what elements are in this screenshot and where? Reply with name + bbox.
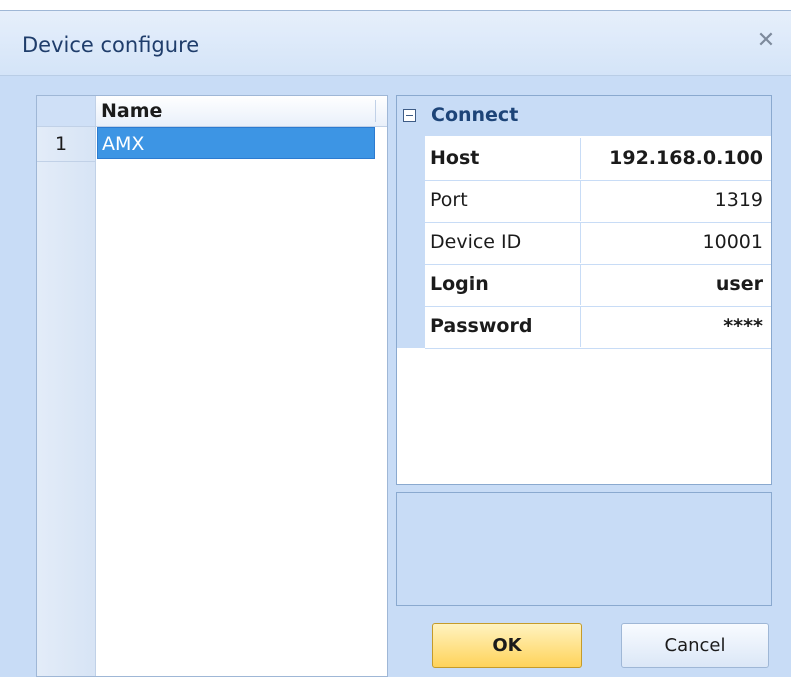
column-header-name[interactable]: Name — [101, 100, 162, 122]
property-row-host[interactable]: Host 192.168.0.100 — [425, 138, 771, 181]
property-value[interactable]: user — [582, 264, 769, 305]
property-value[interactable]: 192.168.0.100 — [582, 138, 769, 179]
property-name: Password — [425, 306, 581, 347]
property-name: Host — [425, 138, 581, 179]
property-row-password[interactable]: Password **** — [425, 306, 771, 349]
device-grid: Name 1 AMX — [36, 95, 388, 677]
property-name: Port — [425, 180, 581, 221]
property-row-port[interactable]: Port 1319 — [425, 180, 771, 223]
property-name: Device ID — [425, 222, 581, 263]
property-row-device-id[interactable]: Device ID 10001 — [425, 222, 771, 265]
property-name: Login — [425, 264, 581, 305]
ok-button[interactable]: OK — [432, 623, 582, 668]
category-connect[interactable]: Connect — [397, 96, 771, 136]
grid-corner — [37, 96, 96, 126]
category-label: Connect — [431, 104, 519, 126]
window-title: Device configure — [22, 33, 200, 57]
property-row-login[interactable]: Login user — [425, 264, 771, 307]
property-value[interactable]: **** — [582, 306, 769, 347]
row-header-column — [37, 96, 96, 676]
property-grid: Connect Host 192.168.0.100 Port 1319 Dev… — [396, 95, 772, 485]
property-value[interactable]: 1319 — [582, 180, 769, 221]
table-row[interactable]: 1 AMX — [37, 127, 387, 162]
column-divider[interactable] — [375, 100, 376, 122]
title-bar: Device configure ✕ — [0, 11, 791, 76]
device-configure-dialog: Device configure ✕ Name 1 AMX Connect Ho… — [0, 10, 791, 677]
property-description-panel — [396, 492, 772, 606]
grid-header: Name — [37, 96, 387, 127]
collapse-icon[interactable] — [403, 109, 416, 122]
close-icon[interactable]: ✕ — [752, 27, 780, 55]
property-value[interactable]: 10001 — [582, 222, 769, 263]
device-name-cell[interactable]: AMX — [97, 127, 375, 159]
row-number: 1 — [37, 127, 95, 162]
cancel-button[interactable]: Cancel — [621, 623, 769, 668]
